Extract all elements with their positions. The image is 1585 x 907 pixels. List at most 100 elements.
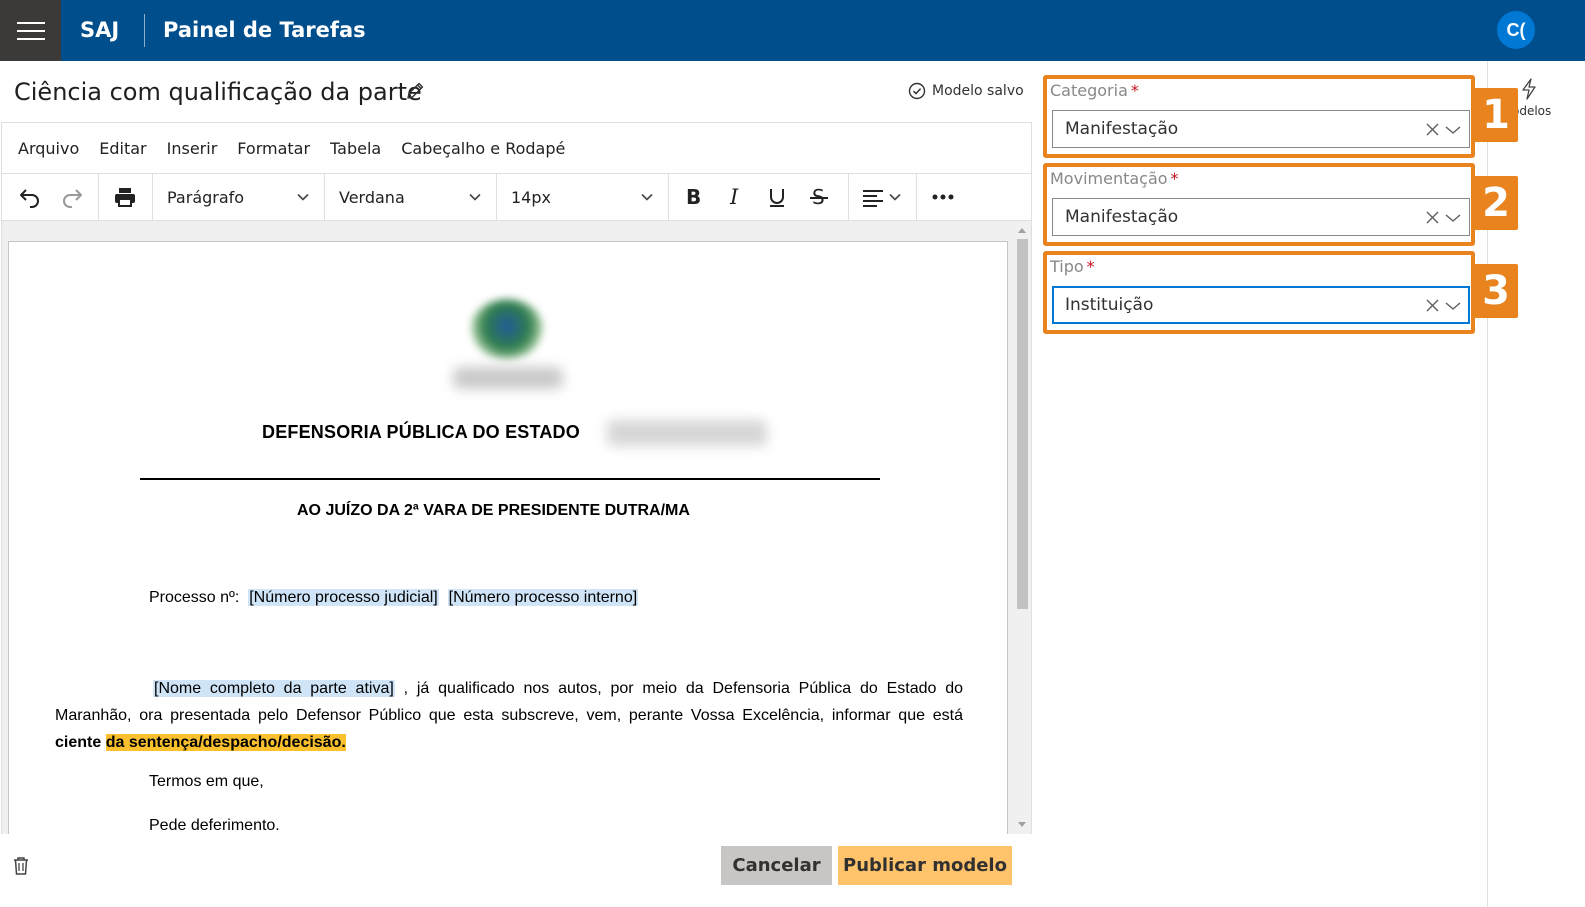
clear-icon[interactable]	[1426, 299, 1439, 312]
print-button[interactable]	[104, 174, 146, 220]
cancel-button[interactable]: Cancelar	[721, 846, 832, 885]
menu-inserir[interactable]: Inserir	[167, 139, 218, 158]
redo-button[interactable]	[52, 174, 92, 220]
underline-icon	[770, 189, 784, 207]
bold-button[interactable]: B	[674, 174, 712, 220]
strikethrough-button[interactable]: S	[800, 174, 838, 220]
tipo-label: Tipo *	[1050, 257, 1095, 276]
menu-editar[interactable]: Editar	[99, 139, 146, 158]
block-format-value: Parágrafo	[167, 187, 245, 207]
align-left-icon	[863, 190, 883, 207]
document-viewport[interactable]: DEFENSORIA PÚBLICA DO ESTADO AO JUÍZO DA…	[2, 221, 1031, 834]
underline-button[interactable]	[758, 174, 796, 220]
menu-arquivo[interactable]: Arquivo	[18, 139, 79, 158]
redo-icon	[63, 189, 82, 208]
chevron-down-icon	[889, 193, 901, 201]
closing-line-1: Termos em que,	[149, 773, 264, 790]
institution-logo	[453, 297, 563, 397]
tipo-select[interactable]: Instituição	[1052, 286, 1470, 324]
document-heading: DEFENSORIA PÚBLICA DO ESTADO	[262, 422, 580, 442]
categoria-value: Manifestação	[1065, 119, 1179, 139]
more-icon	[932, 194, 954, 200]
italic-button[interactable]: I	[716, 174, 754, 220]
font-size-value: 14px	[511, 187, 551, 207]
annotation-badge-2: 2	[1474, 176, 1518, 230]
movimentacao-field: Movimentação * Manifestação	[1043, 163, 1475, 246]
user-avatar[interactable]: C(	[1497, 11, 1535, 49]
redacted-state-name	[607, 420, 767, 446]
chevron-down-icon	[297, 193, 309, 201]
align-button[interactable]	[854, 174, 910, 220]
scroll-down-arrow[interactable]	[1018, 822, 1026, 827]
annotation-badge-3: 3	[1474, 264, 1518, 318]
chevron-down-icon[interactable]	[1445, 124, 1461, 136]
chevron-down-icon[interactable]	[1445, 212, 1461, 224]
scroll-up-arrow[interactable]	[1018, 228, 1026, 233]
editor-menubar: Arquivo Editar Inserir Formatar Tabela C…	[2, 123, 1031, 173]
save-status: Modelo salvo	[908, 82, 1024, 100]
undo-icon	[20, 189, 39, 208]
court-heading: AO JUÍZO DA 2ª VARA DE PRESIDENTE DUTRA/…	[297, 502, 690, 519]
toolbar-separator	[916, 174, 917, 220]
processo-line: Processo nº: [Número processo judicial] …	[149, 589, 639, 607]
categoria-select[interactable]: Manifestação	[1052, 110, 1470, 148]
paragraph-highlight: da sentença/despacho/decisão	[105, 734, 342, 751]
chevron-down-icon	[469, 193, 481, 201]
annotation-badge-1: 1	[1474, 88, 1518, 142]
toolbar-separator	[848, 174, 849, 220]
categoria-field: Categoria * Manifestação	[1043, 75, 1475, 158]
horizontal-rule	[140, 478, 880, 480]
bold-icon: B	[686, 186, 701, 208]
check-circle-icon	[908, 82, 926, 100]
body-paragraph: [Nome completo da parte ativa] , já qual…	[55, 675, 963, 756]
editor-toolbar: Parágrafo Verdana 14px B I S	[2, 173, 1031, 221]
block-format-select[interactable]: Parágrafo	[152, 174, 324, 220]
save-status-text: Modelo salvo	[932, 83, 1024, 99]
app-name[interactable]: SAJ	[80, 18, 119, 42]
chevron-down-icon	[641, 193, 653, 201]
toolbar-separator	[668, 174, 669, 220]
print-icon	[115, 188, 135, 207]
pencil-icon[interactable]	[404, 80, 426, 102]
chevron-down-icon[interactable]	[1445, 300, 1461, 312]
undo-button[interactable]	[10, 174, 50, 220]
menu-tabela[interactable]: Tabela	[330, 139, 381, 158]
document-title: Ciência com qualificação da parte	[14, 78, 422, 106]
document-scrollbar[interactable]	[1013, 221, 1031, 834]
svg-text:B: B	[686, 186, 701, 208]
font-size-select[interactable]: 14px	[496, 174, 668, 220]
scroll-thumb[interactable]	[1017, 239, 1028, 609]
document-page[interactable]: DEFENSORIA PÚBLICA DO ESTADO AO JUÍZO DA…	[8, 241, 1008, 834]
tipo-field: Tipo * Instituição	[1043, 251, 1475, 334]
font-family-value: Verdana	[339, 187, 405, 207]
page-name: Painel de Tarefas	[163, 18, 366, 42]
movimentacao-label: Movimentação *	[1050, 169, 1179, 188]
categoria-label: Categoria *	[1050, 81, 1139, 100]
lightning-icon	[1522, 78, 1536, 100]
top-bar: SAJ Painel de Tarefas C(	[0, 0, 1585, 61]
publish-model-button[interactable]: Publicar modelo	[838, 846, 1012, 885]
strikethrough-icon: S	[810, 186, 828, 208]
tag-processo-judicial[interactable]: [Número processo judicial]	[248, 589, 439, 606]
movimentacao-select[interactable]: Manifestação	[1052, 198, 1470, 236]
closing-line-2: Pede deferimento.	[149, 817, 280, 834]
rich-text-editor: Arquivo Editar Inserir Formatar Tabela C…	[1, 122, 1032, 834]
tag-processo-interno[interactable]: [Número processo interno]	[447, 589, 639, 606]
trash-icon[interactable]	[12, 856, 30, 876]
toolbar-separator	[98, 174, 99, 220]
menu-cabecalho-rodape[interactable]: Cabeçalho e Rodapé	[401, 139, 565, 158]
clear-icon[interactable]	[1426, 123, 1439, 136]
menu-formatar[interactable]: Formatar	[237, 139, 310, 158]
tag-nome-parte[interactable]: [Nome completo da parte ativa]	[153, 680, 395, 697]
clear-icon[interactable]	[1426, 211, 1439, 224]
italic-icon: I	[729, 186, 739, 208]
more-options-button[interactable]	[922, 174, 964, 220]
svg-text:I: I	[729, 186, 739, 208]
hamburger-menu-button[interactable]	[0, 0, 61, 61]
font-family-select[interactable]: Verdana	[324, 174, 496, 220]
processo-label: Processo nº:	[149, 589, 240, 606]
paragraph-bold: ciente	[55, 734, 102, 751]
app-divider	[144, 14, 145, 47]
tipo-value: Instituição	[1065, 295, 1154, 315]
paragraph-end: .	[341, 734, 346, 751]
